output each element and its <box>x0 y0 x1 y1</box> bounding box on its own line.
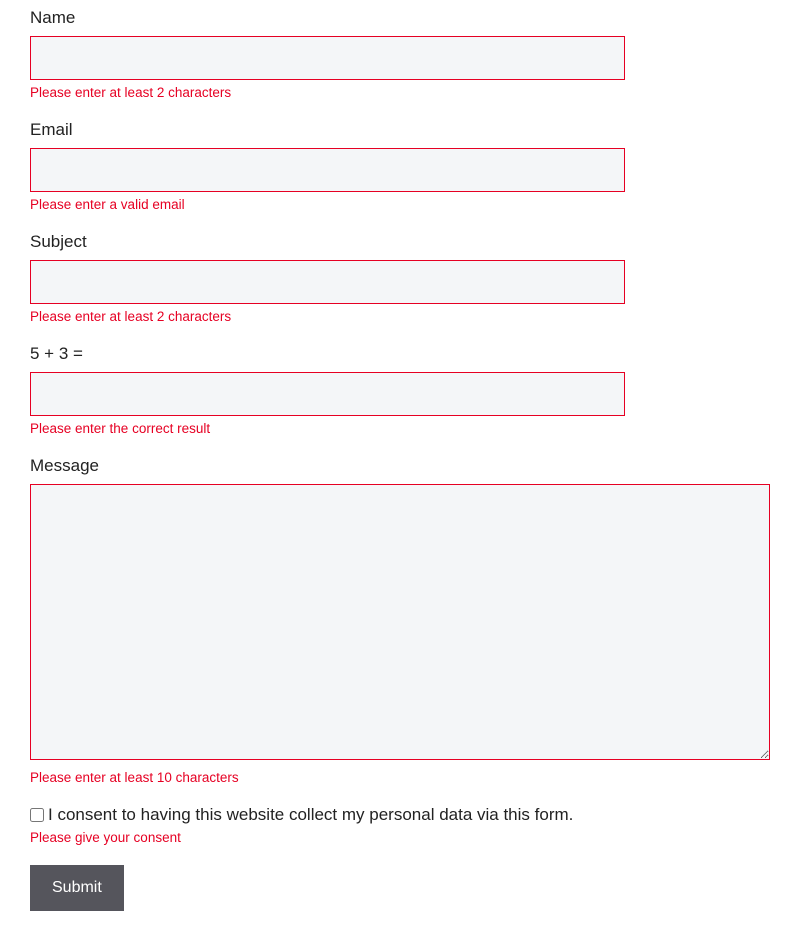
message-field: Message Please enter at least 10 charact… <box>30 456 770 785</box>
name-field: Name Please enter at least 2 characters <box>30 8 770 100</box>
subject-field: Subject Please enter at least 2 characte… <box>30 232 770 324</box>
message-label: Message <box>30 456 770 476</box>
consent-error: Please give your consent <box>30 830 770 845</box>
name-label: Name <box>30 8 770 28</box>
email-error: Please enter a valid email <box>30 197 770 212</box>
message-input[interactable] <box>30 484 770 760</box>
consent-field: I consent to having this website collect… <box>30 805 770 845</box>
message-error: Please enter at least 10 characters <box>30 770 770 785</box>
name-input[interactable] <box>30 36 625 80</box>
subject-label: Subject <box>30 232 770 252</box>
consent-label[interactable]: I consent to having this website collect… <box>48 805 573 825</box>
consent-checkbox[interactable] <box>30 808 44 822</box>
captcha-field: 5 + 3 = Please enter the correct result <box>30 344 770 436</box>
captcha-input[interactable] <box>30 372 625 416</box>
contact-form: Name Please enter at least 2 characters … <box>30 8 770 911</box>
captcha-label: 5 + 3 = <box>30 344 770 364</box>
captcha-error: Please enter the correct result <box>30 421 770 436</box>
consent-row: I consent to having this website collect… <box>30 805 770 825</box>
name-error: Please enter at least 2 characters <box>30 85 770 100</box>
subject-input[interactable] <box>30 260 625 304</box>
email-field: Email Please enter a valid email <box>30 120 770 212</box>
email-input[interactable] <box>30 148 625 192</box>
subject-error: Please enter at least 2 characters <box>30 309 770 324</box>
email-label: Email <box>30 120 770 140</box>
submit-button[interactable]: Submit <box>30 865 124 911</box>
